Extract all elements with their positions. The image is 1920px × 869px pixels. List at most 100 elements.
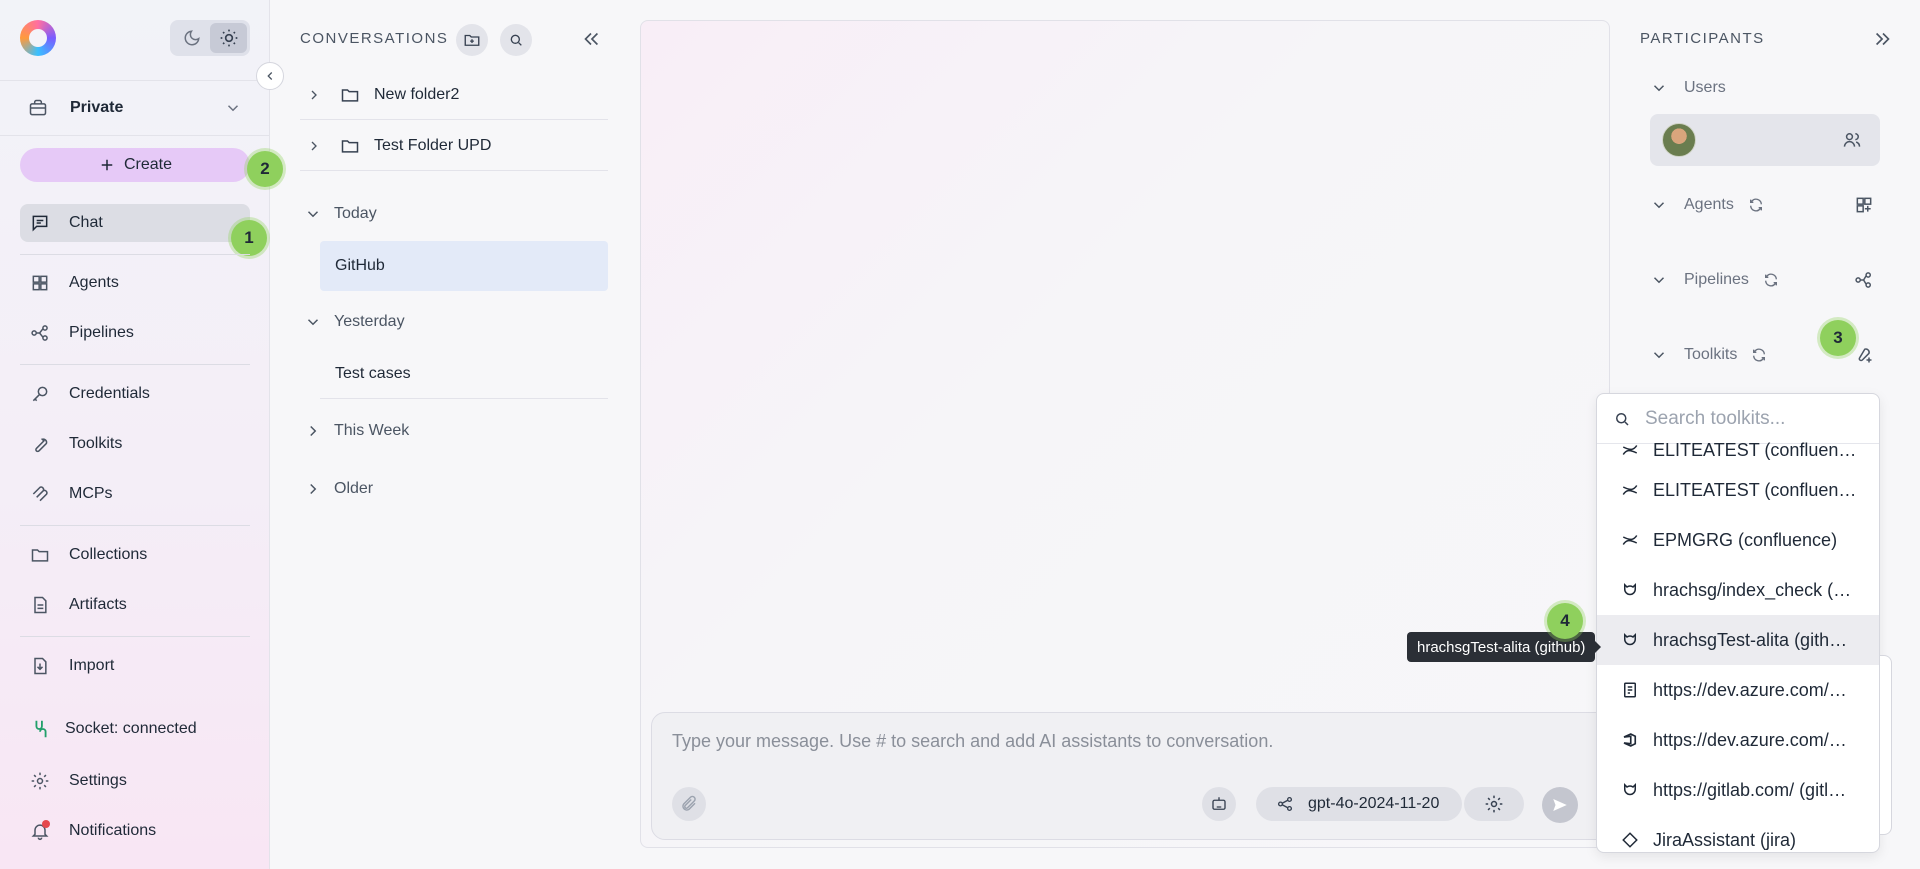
refresh-icon[interactable]	[1763, 272, 1779, 288]
workspace-selector[interactable]: Private	[0, 80, 270, 136]
folder-name: New folder2	[374, 85, 460, 103]
toolkit-label: https://dev.azure.com/…	[1653, 729, 1847, 750]
group-older[interactable]: Older	[300, 474, 600, 504]
users-section[interactable]: Users	[1650, 73, 1890, 103]
wrench-icon	[30, 434, 50, 454]
chevron-down-icon	[1653, 202, 1665, 209]
gear-icon	[30, 771, 50, 791]
add-toolkit-icon[interactable]	[1854, 345, 1874, 365]
nav-label: Agents	[69, 274, 119, 291]
mcp-icon	[30, 484, 50, 504]
conversation-item[interactable]: GitHub	[320, 241, 608, 291]
moon-icon[interactable]	[173, 23, 210, 53]
nav-collections[interactable]: Collections	[20, 536, 250, 574]
socket-status: Socket: connected	[20, 710, 250, 748]
toolkit-option[interactable]: https://dev.azure.com/…	[1597, 665, 1879, 715]
nav-label: Toolkits	[69, 435, 123, 452]
nav-import[interactable]: Import	[20, 647, 250, 685]
nav-label: Import	[69, 657, 115, 674]
confluence-icon	[1621, 481, 1641, 499]
toolkit-option[interactable]: JiraAssistant (jira)	[1597, 815, 1879, 852]
step-badge-4: 4	[1547, 603, 1583, 639]
create-button[interactable]: Create	[20, 148, 250, 182]
grid-icon	[30, 273, 50, 293]
toolkit-option[interactable]: hrachsg/index_check (…	[1597, 565, 1879, 615]
nav-chat[interactable]: Chat	[20, 204, 250, 242]
toolkit-option[interactable]: https://dev.azure.com/…	[1597, 715, 1879, 765]
sun-icon[interactable]	[210, 23, 247, 53]
section-label: Users	[1684, 79, 1726, 96]
nav-settings[interactable]: Settings	[20, 762, 250, 800]
nav-mcps[interactable]: MCPs	[20, 475, 250, 513]
chevron-down-icon	[307, 211, 319, 218]
assistant-button[interactable]	[1202, 787, 1236, 821]
key-icon	[30, 384, 50, 404]
nav-pipelines[interactable]: Pipelines	[20, 314, 250, 352]
folder-row[interactable]: New folder2	[300, 70, 608, 120]
divider	[20, 364, 250, 365]
conversation-item[interactable]: Test cases	[320, 349, 608, 399]
nav-credentials[interactable]: Credentials	[20, 375, 250, 413]
toolkit-label: https://gitlab.com/ (gitl…	[1653, 779, 1847, 800]
model-label: gpt-4o-2024-11-20	[1308, 795, 1440, 812]
model-settings-button[interactable]	[1464, 787, 1524, 821]
pipeline-icon	[30, 323, 50, 343]
nav-label: MCPs	[69, 485, 113, 502]
group-today[interactable]: Today	[300, 199, 600, 229]
add-agent-icon[interactable]	[1854, 195, 1874, 215]
toolkit-label: EPMGRG (confluence)	[1653, 529, 1838, 550]
nav-notifications[interactable]: Notifications	[20, 812, 250, 850]
collapse-conversations-icon[interactable]	[580, 28, 602, 50]
nav-label: Chat	[69, 214, 103, 231]
step-badge-3: 3	[1820, 320, 1856, 356]
group-yesterday[interactable]: Yesterday	[300, 307, 600, 337]
nav-toolkits[interactable]: Toolkits	[20, 425, 250, 463]
nav-label: Settings	[69, 772, 127, 789]
robot-icon	[1212, 797, 1226, 810]
briefcase-icon	[28, 98, 48, 118]
attach-button[interactable]	[672, 787, 706, 821]
conversations-title: CONVERSATIONS	[300, 30, 449, 47]
model-selector[interactable]: gpt-4o-2024-11-20	[1256, 787, 1462, 821]
add-pipeline-icon[interactable]	[1854, 270, 1874, 290]
toolkit-option[interactable]: ELITEATEST (confluen…	[1597, 465, 1879, 515]
collapse-participants-icon[interactable]	[1872, 28, 1894, 50]
folder-row[interactable]: Test Folder UPD	[300, 121, 608, 171]
toolkit-option[interactable]: EPMGRG (confluence)	[1597, 515, 1879, 565]
refresh-icon[interactable]	[1751, 347, 1767, 363]
toolkit-label: JiraAssistant (jira)	[1653, 829, 1797, 850]
send-button[interactable]	[1542, 787, 1578, 823]
group-this-week[interactable]: This Week	[300, 416, 600, 446]
nav-label: Credentials	[69, 385, 150, 402]
divider	[20, 254, 250, 255]
chevron-right-icon	[311, 141, 317, 150]
refresh-icon[interactable]	[1748, 197, 1764, 213]
confluence-icon	[1621, 441, 1641, 459]
search-icon	[510, 34, 522, 46]
users-group-icon[interactable]	[1842, 130, 1862, 150]
theme-toggle[interactable]	[170, 20, 250, 56]
nav-artifacts[interactable]: Artifacts	[20, 586, 250, 624]
workspace-label: Private	[70, 99, 124, 116]
folder-plus-icon	[464, 34, 480, 46]
notification-dot	[42, 820, 50, 828]
toolkit-label: hrachsgTest-alita (gith…	[1653, 629, 1848, 650]
search-conversations-button[interactable]	[500, 24, 532, 56]
bell-icon	[30, 820, 50, 841]
folder-icon	[341, 88, 359, 102]
user-card[interactable]	[1650, 114, 1880, 166]
conversation-title: GitHub	[335, 257, 385, 274]
toolkit-option[interactable]: https://gitlab.com/ (gitl…	[1597, 765, 1879, 815]
message-input[interactable]	[672, 731, 1572, 752]
new-folder-button[interactable]	[456, 24, 488, 56]
send-icon	[1553, 799, 1567, 811]
group-label: Yesterday	[334, 313, 405, 330]
plus-icon	[98, 156, 116, 174]
chevron-down-icon	[1653, 277, 1665, 284]
confluence-icon	[1621, 531, 1641, 549]
app-logo[interactable]	[20, 20, 56, 56]
toolkit-option[interactable]: hrachsgTest-alita (gith…	[1597, 615, 1879, 665]
chevron-down-icon	[1653, 85, 1665, 92]
nav-agents[interactable]: Agents	[20, 264, 250, 302]
toolkit-label: ELITEATEST (confluen…	[1653, 439, 1857, 460]
